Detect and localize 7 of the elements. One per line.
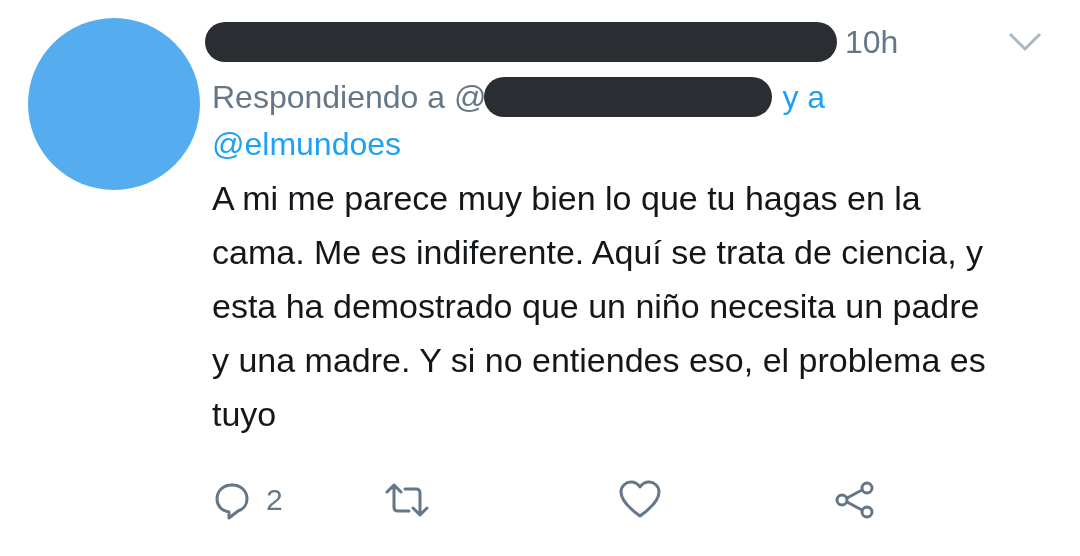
timestamp: 10h (845, 23, 899, 61)
reply-count: 2 (266, 483, 283, 517)
tweet-text: A mi me parece muy bien lo que tu hagas en la cama. Me es indiferente. Aquí se trata de ciencia, y esta ha demostrado que un niño necesita un padre y una madre. Y si no entiendes eso, el problema es tuyo (212, 178, 987, 435)
reply-label: y a (782, 78, 826, 116)
reply-label: Respondiendo a @ (212, 78, 487, 116)
mention-link[interactable]: @elmundoes (212, 126, 402, 163)
heart-icon[interactable] (617, 480, 662, 520)
